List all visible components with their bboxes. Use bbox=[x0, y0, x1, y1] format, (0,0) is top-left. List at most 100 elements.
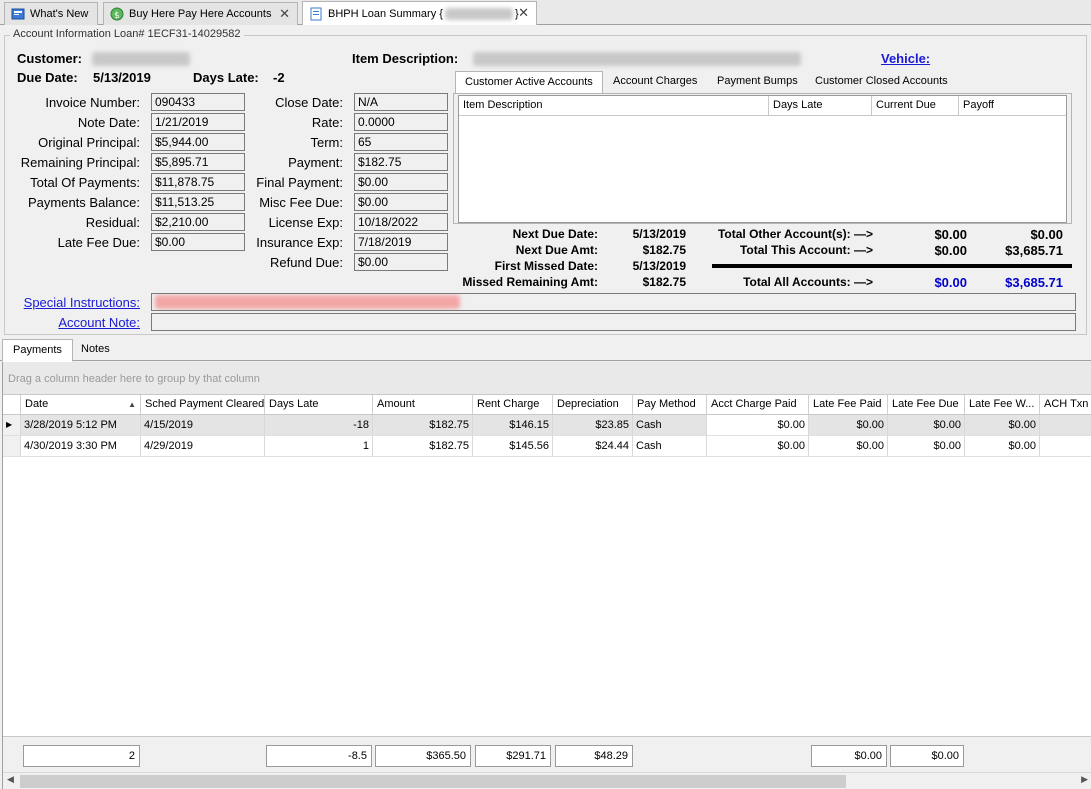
original-principal-field[interactable]: $5,944.00 bbox=[151, 133, 245, 151]
redacted-customer bbox=[92, 52, 190, 66]
total-this-value-a: $0.00 bbox=[934, 243, 967, 258]
close-icon[interactable]: ✕ bbox=[279, 6, 290, 22]
table-cell[interactable]: $182.75 bbox=[373, 415, 473, 436]
table-cell[interactable]: 4/29/2019 bbox=[141, 436, 265, 457]
table-cell[interactable]: $0.00 bbox=[888, 436, 965, 457]
invoice-number-label: Invoice Number: bbox=[45, 95, 140, 110]
total-of-payments-field[interactable]: $11,878.75 bbox=[151, 173, 245, 191]
close-date-field[interactable]: N/A bbox=[354, 93, 448, 111]
news-icon bbox=[11, 7, 25, 21]
special-instructions-field[interactable] bbox=[151, 293, 1076, 311]
tab-loan-summary[interactable]: BHPH Loan Summary { } ✕ bbox=[302, 1, 537, 25]
horizontal-scrollbar[interactable]: ◀ ▶ bbox=[3, 772, 1091, 789]
tab-whats-new[interactable]: What's New bbox=[4, 2, 98, 25]
group-by-panel[interactable]: Drag a column header here to group by th… bbox=[3, 362, 1091, 394]
document-tabstrip: What's New $ Buy Here Pay Here Accounts … bbox=[0, 0, 1091, 25]
col-amount[interactable]: Amount bbox=[373, 394, 473, 415]
table-cell[interactable]: 1 bbox=[265, 436, 373, 457]
table-cell[interactable]: $146.15 bbox=[473, 415, 553, 436]
residual-field[interactable]: $2,210.00 bbox=[151, 213, 245, 231]
total-all-value-a: $0.00 bbox=[934, 275, 967, 290]
table-cell[interactable]: $0.00 bbox=[809, 436, 888, 457]
rate-field[interactable]: 0.0000 bbox=[354, 113, 448, 131]
table-cell[interactable]: 4/15/2019 bbox=[141, 415, 265, 436]
account-note-field[interactable] bbox=[151, 313, 1076, 331]
col-days-late[interactable]: Days Late bbox=[769, 96, 872, 116]
refund-due-field[interactable]: $0.00 bbox=[354, 253, 448, 271]
scroll-right-icon[interactable]: ▶ bbox=[1081, 774, 1088, 785]
note-date-field[interactable]: 1/21/2019 bbox=[151, 113, 245, 131]
redacted-text bbox=[444, 7, 513, 20]
table-cell[interactable]: Cash bbox=[633, 436, 707, 457]
col-ach-txn[interactable]: ACH Txn F bbox=[1040, 394, 1091, 415]
table-cell[interactable]: $182.75 bbox=[373, 436, 473, 457]
tab-account-charges[interactable]: Account Charges bbox=[604, 71, 706, 93]
close-date-label: Close Date: bbox=[275, 95, 343, 110]
col-late-fee-due[interactable]: Late Fee Due bbox=[888, 394, 965, 415]
term-field[interactable]: 65 bbox=[354, 133, 448, 151]
invoice-number-field[interactable]: 090433 bbox=[151, 93, 245, 111]
scroll-left-icon[interactable]: ◀ bbox=[7, 774, 14, 785]
total-all-label: Total All Accounts: —> bbox=[743, 275, 873, 289]
tab-payment-bumps[interactable]: Payment Bumps bbox=[708, 71, 807, 93]
tab-payments[interactable]: Payments bbox=[2, 339, 73, 362]
payment-field[interactable]: $182.75 bbox=[354, 153, 448, 171]
tab-notes[interactable]: Notes bbox=[71, 339, 120, 361]
table-cell[interactable]: $0.00 bbox=[707, 415, 809, 436]
table-cell[interactable]: $0.00 bbox=[965, 436, 1040, 457]
col-late-fee-waived[interactable]: Late Fee W... bbox=[965, 394, 1040, 415]
document-icon bbox=[309, 7, 323, 21]
col-late-fee-paid[interactable]: Late Fee Paid bbox=[809, 394, 888, 415]
active-accounts-grid[interactable]: Item Description Days Late Current Due P… bbox=[458, 95, 1067, 223]
table-cell[interactable]: $145.56 bbox=[473, 436, 553, 457]
account-note-link[interactable]: Account Note: bbox=[58, 315, 140, 330]
table-cell[interactable]: 3/28/2019 5:12 PM bbox=[21, 415, 141, 436]
payments-balance-field[interactable]: $11,513.25 bbox=[151, 193, 245, 211]
col-date[interactable]: Date ▲ bbox=[21, 394, 141, 415]
final-payment-field[interactable]: $0.00 bbox=[354, 173, 448, 191]
tab-customer-closed-accounts[interactable]: Customer Closed Accounts bbox=[806, 71, 957, 93]
table-cell[interactable]: Cash bbox=[633, 415, 707, 436]
misc-fee-due-label: Misc Fee Due: bbox=[259, 195, 343, 210]
table-cell[interactable]: $0.00 bbox=[965, 415, 1040, 436]
close-icon[interactable]: ✕ bbox=[518, 5, 529, 21]
table-cell[interactable]: -18 bbox=[265, 415, 373, 436]
vehicle-link[interactable]: Vehicle: bbox=[881, 51, 930, 66]
footer-depreciation: $48.29 bbox=[555, 745, 633, 767]
col-pay-method[interactable]: Pay Method bbox=[633, 394, 707, 415]
col-acct-charge-paid[interactable]: Acct Charge Paid bbox=[707, 394, 809, 415]
next-due-date-value: 5/13/2019 bbox=[632, 227, 686, 241]
table-cell[interactable]: 4/30/2019 3:30 PM bbox=[21, 436, 141, 457]
col-rent-charge[interactable]: Rent Charge bbox=[473, 394, 553, 415]
remaining-principal-field[interactable]: $5,895.71 bbox=[151, 153, 245, 171]
tab-customer-active-accounts[interactable]: Customer Active Accounts bbox=[455, 71, 603, 94]
total-all-value-b: $3,685.71 bbox=[1005, 275, 1063, 290]
row-pointer-icon[interactable]: ▶ bbox=[3, 415, 21, 436]
row-indicator[interactable] bbox=[3, 436, 21, 457]
scrollbar-thumb[interactable] bbox=[20, 775, 846, 788]
license-exp-field[interactable]: 10/18/2022 bbox=[354, 213, 448, 231]
table-cell[interactable]: $0.00 bbox=[707, 436, 809, 457]
table-cell[interactable] bbox=[1040, 415, 1091, 436]
col-current-due[interactable]: Current Due bbox=[872, 96, 959, 116]
col-payoff[interactable]: Payoff bbox=[959, 96, 1066, 116]
table-cell[interactable]: $24.44 bbox=[553, 436, 633, 457]
payments-grid[interactable]: Drag a column header here to group by th… bbox=[2, 362, 1091, 789]
insurance-exp-field[interactable]: 7/18/2019 bbox=[354, 233, 448, 251]
col-sched-payment-cleared[interactable]: Sched Payment Cleared bbox=[141, 394, 265, 415]
tab-bhph-accounts[interactable]: $ Buy Here Pay Here Accounts ✕ bbox=[103, 2, 298, 25]
misc-fee-due-field[interactable]: $0.00 bbox=[354, 193, 448, 211]
col-depreciation[interactable]: Depreciation bbox=[553, 394, 633, 415]
special-instructions-link[interactable]: Special Instructions: bbox=[24, 295, 140, 310]
table-cell[interactable]: $0.00 bbox=[809, 415, 888, 436]
table-cell[interactable]: $23.85 bbox=[553, 415, 633, 436]
col-item-description[interactable]: Item Description bbox=[459, 96, 769, 116]
table-cell[interactable]: $0.00 bbox=[888, 415, 965, 436]
col-days-late[interactable]: Days Late bbox=[265, 394, 373, 415]
table-cell[interactable] bbox=[1040, 436, 1091, 457]
footer-late-fee-due: $0.00 bbox=[890, 745, 964, 767]
late-fee-due-field[interactable]: $0.00 bbox=[151, 233, 245, 251]
footer-amount: $365.50 bbox=[375, 745, 471, 767]
payments-balance-label: Payments Balance: bbox=[27, 195, 140, 210]
next-due-amt-label: Next Due Amt: bbox=[515, 243, 598, 257]
